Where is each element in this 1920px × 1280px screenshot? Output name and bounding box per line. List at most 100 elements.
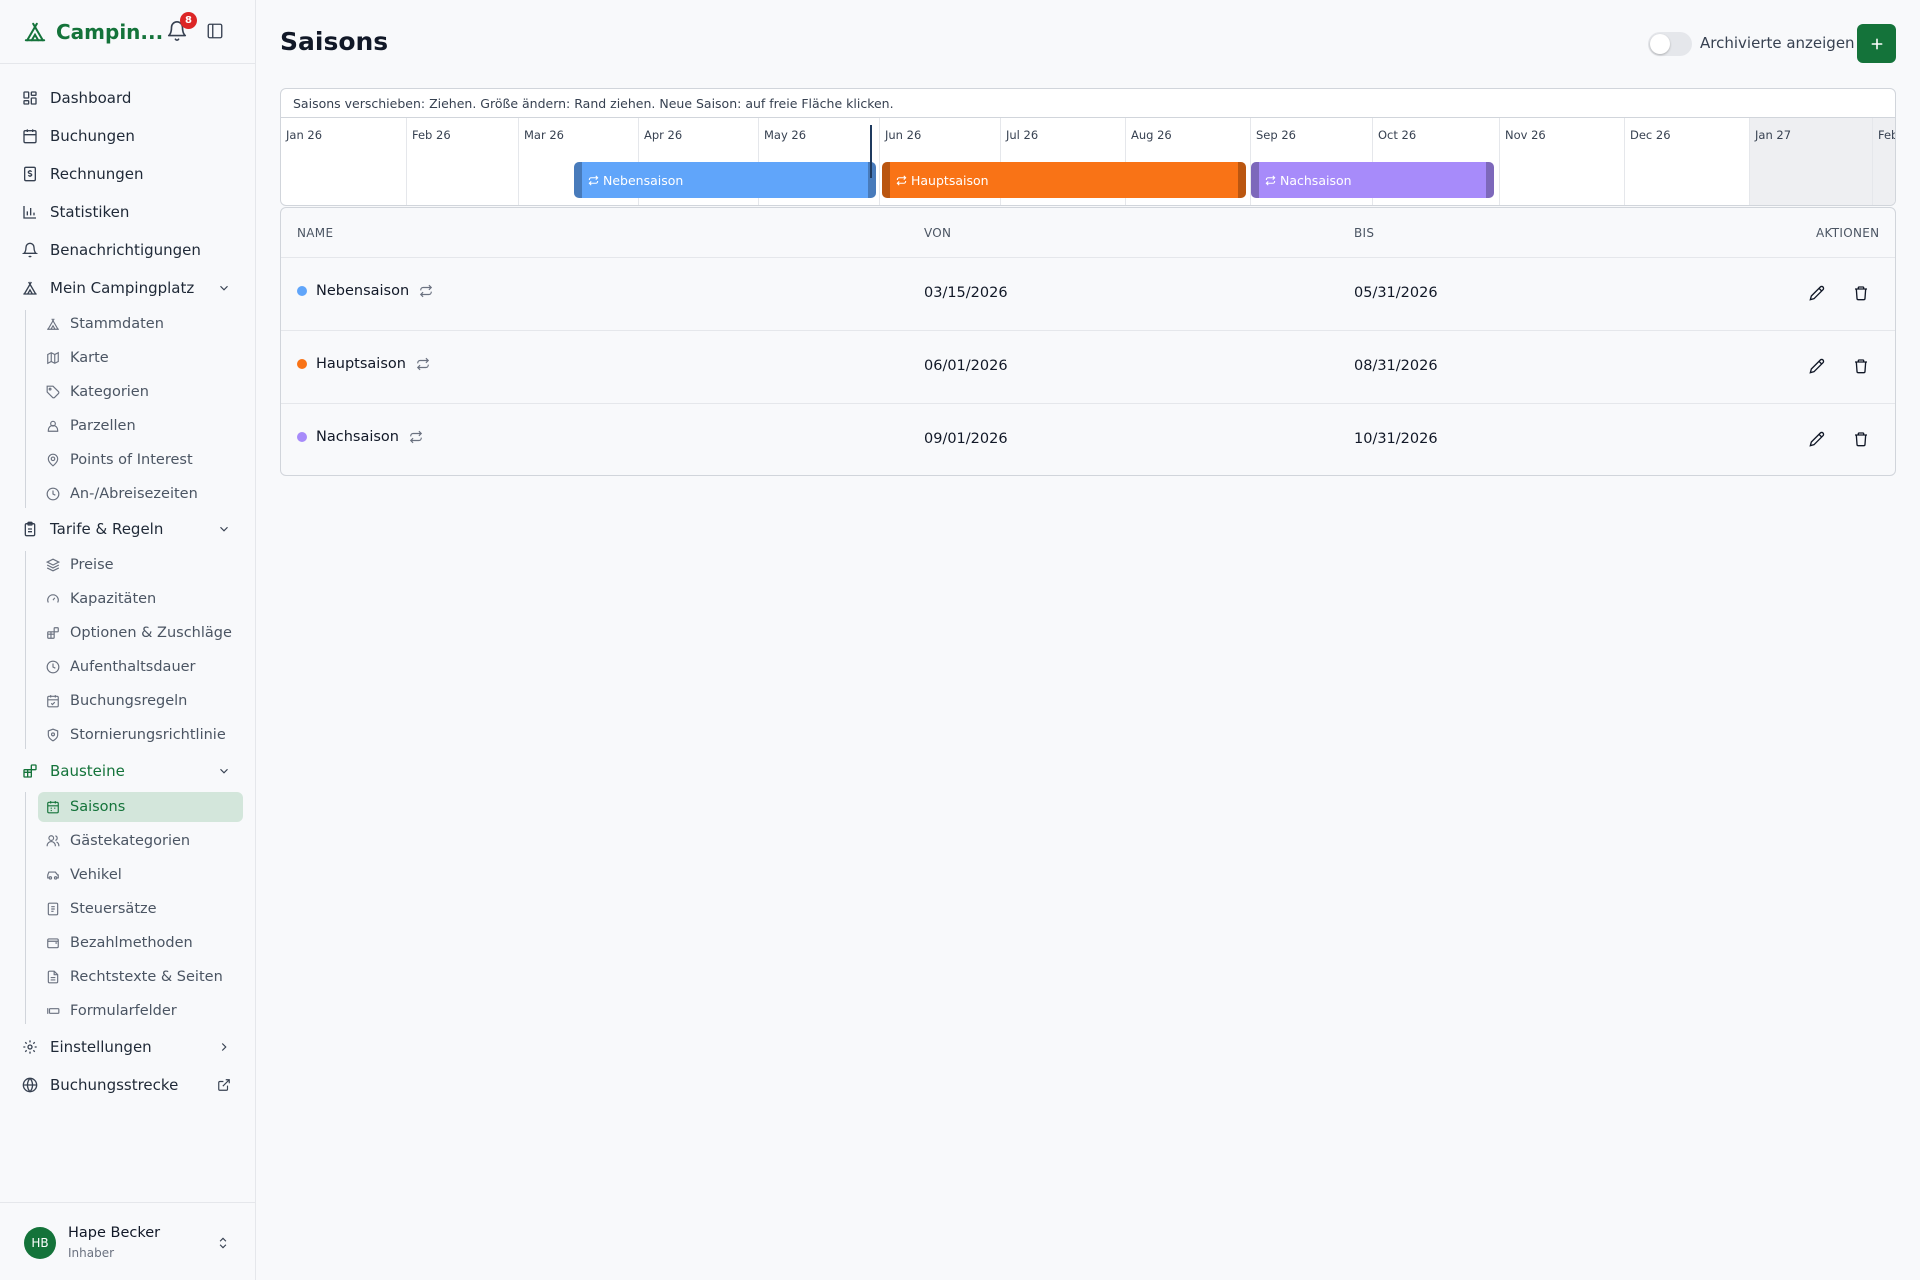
nav-label: Tarife & Regeln bbox=[50, 520, 164, 538]
pencil-icon[interactable] bbox=[1807, 356, 1827, 376]
resize-handle[interactable] bbox=[1251, 162, 1259, 198]
sidebar-item-label: Kapazitäten bbox=[70, 591, 157, 607]
sidebar-item-label: Stammdaten bbox=[70, 316, 164, 332]
row-divider bbox=[281, 330, 1895, 331]
nav-bookings[interactable]: Buchungen bbox=[22, 123, 135, 149]
sidebar-item-label: Stornierungsrichtlinie bbox=[70, 727, 226, 743]
sidebar-item-poi[interactable]: Points of Interest bbox=[38, 445, 243, 475]
trash-icon[interactable] bbox=[1851, 429, 1871, 449]
season-name: Hauptsaison bbox=[316, 356, 406, 372]
month-label: Feb bbox=[1878, 128, 1895, 142]
nav-group-rates[interactable]: Tarife & Regeln bbox=[22, 516, 163, 542]
external-link-icon[interactable] bbox=[217, 1078, 231, 1092]
month-column[interactable]: Dec 26 bbox=[1624, 118, 1749, 205]
user-role: Inhaber bbox=[68, 1246, 115, 1260]
sidebar-item-steuersaetze[interactable]: Steuersätze bbox=[38, 894, 243, 924]
sidebar-item-label: Kategorien bbox=[70, 384, 149, 400]
gear-icon bbox=[22, 1039, 38, 1055]
sidebar-item-label: Gästekategorien bbox=[70, 833, 191, 849]
chevron-down-icon[interactable] bbox=[217, 281, 231, 295]
pencil-icon[interactable] bbox=[1807, 283, 1827, 303]
month-label: Dec 26 bbox=[1630, 128, 1671, 142]
season-bar-hauptsaison[interactable]: Hauptsaison bbox=[882, 162, 1246, 198]
resize-handle[interactable] bbox=[1486, 162, 1494, 198]
sidebar-item-kategorien[interactable]: Kategorien bbox=[38, 377, 243, 407]
sidebar-item-saisons[interactable]: Saisons bbox=[38, 792, 243, 822]
month-column[interactable]: Feb bbox=[1872, 118, 1895, 205]
sidebar-item-label: Rechtstexte & Seiten bbox=[70, 969, 223, 985]
clipboard-icon bbox=[22, 521, 38, 537]
nav-statistics[interactable]: Statistiken bbox=[22, 199, 129, 225]
sidebar-item-formularfelder[interactable]: Formularfelder bbox=[38, 996, 243, 1026]
sidebar-item-label: Points of Interest bbox=[70, 452, 193, 468]
month-label: Aug 26 bbox=[1131, 128, 1172, 142]
month-column[interactable]: Jan 26 bbox=[281, 118, 406, 205]
resize-handle[interactable] bbox=[1238, 162, 1246, 198]
chevron-down-icon[interactable] bbox=[217, 522, 231, 536]
user-menu[interactable]: HB Hape Becker Inhaber bbox=[0, 1202, 255, 1280]
sidebar-item-rechtstexte[interactable]: Rechtstexte & Seiten bbox=[38, 962, 243, 992]
season-timeline[interactable]: Saisons verschieben: Ziehen. Größe änder… bbox=[280, 88, 1896, 206]
calendar-icon bbox=[46, 800, 60, 814]
nav-label: Dashboard bbox=[50, 89, 132, 107]
sidebar-item-kapazitaeten[interactable]: Kapazitäten bbox=[38, 584, 243, 614]
sidebar-toggle-icon[interactable] bbox=[206, 22, 224, 40]
chevron-right-icon[interactable] bbox=[217, 1040, 231, 1054]
repeat-icon bbox=[896, 175, 907, 186]
month-column[interactable]: Nov 26 bbox=[1499, 118, 1624, 205]
table-row-name[interactable]: Nachsaison bbox=[297, 429, 423, 445]
sidebar-item-karte[interactable]: Karte bbox=[38, 343, 243, 373]
column-header-actions: AKTIONEN bbox=[1816, 226, 1880, 240]
column-header-name[interactable]: NAME bbox=[297, 226, 333, 240]
pencil-icon[interactable] bbox=[1807, 429, 1827, 449]
chevrons-up-down-icon[interactable] bbox=[216, 1235, 230, 1251]
season-bar-nachsaison[interactable]: Nachsaison bbox=[1251, 162, 1494, 198]
repeat-icon bbox=[409, 430, 423, 444]
user-name: Hape Becker bbox=[68, 1225, 161, 1241]
nav-group-campsite[interactable]: Mein Campingplatz bbox=[22, 275, 194, 301]
sidebar-item-buchungsregeln[interactable]: Buchungsregeln bbox=[38, 686, 243, 716]
trash-icon[interactable] bbox=[1851, 356, 1871, 376]
nav-invoices[interactable]: Rechnungen bbox=[22, 161, 144, 187]
month-label: Mar 26 bbox=[524, 128, 564, 142]
nav-booking-flow[interactable]: Buchungsstrecke bbox=[22, 1072, 178, 1098]
notification-count-badge: 8 bbox=[180, 12, 197, 29]
nav-group-blocks[interactable]: Bausteine bbox=[22, 758, 125, 784]
season-bar-nebensaison[interactable]: Nebensaison bbox=[574, 162, 876, 198]
submenu-guide-line bbox=[25, 792, 26, 1024]
table-row-name[interactable]: Nebensaison bbox=[297, 283, 433, 299]
table-row-name[interactable]: Hauptsaison bbox=[297, 356, 430, 372]
show-archived-toggle[interactable] bbox=[1648, 32, 1692, 56]
repeat-icon bbox=[588, 175, 599, 186]
month-column[interactable]: Jan 27 bbox=[1749, 118, 1872, 205]
month-column[interactable]: Feb 26 bbox=[406, 118, 518, 205]
car-icon bbox=[46, 868, 60, 882]
sidebar-item-optionen[interactable]: Optionen & Zuschläge bbox=[38, 618, 243, 648]
sidebar-item-stammdaten[interactable]: Stammdaten bbox=[38, 309, 243, 339]
nav-dashboard[interactable]: Dashboard bbox=[22, 85, 131, 111]
sidebar-item-vehikel[interactable]: Vehikel bbox=[38, 860, 243, 890]
sidebar-item-arrival-times[interactable]: An-/Abreisezeiten bbox=[38, 479, 243, 509]
resize-handle[interactable] bbox=[882, 162, 890, 198]
sidebar-item-label: Buchungsregeln bbox=[70, 693, 188, 709]
trash-icon[interactable] bbox=[1851, 283, 1871, 303]
season-from: 06/01/2026 bbox=[924, 358, 1008, 374]
sidebar-item-parzellen[interactable]: Parzellen bbox=[38, 411, 243, 441]
sidebar-item-storno[interactable]: Stornierungsrichtlinie bbox=[38, 720, 243, 750]
add-season-button[interactable] bbox=[1857, 24, 1896, 63]
season-bar-label: Nebensaison bbox=[603, 172, 684, 188]
resize-handle[interactable] bbox=[574, 162, 582, 198]
chevron-down-icon[interactable] bbox=[217, 764, 231, 778]
sidebar-item-bezahlmethoden[interactable]: Bezahlmethoden bbox=[38, 928, 243, 958]
sidebar-item-aufenthaltsdauer[interactable]: Aufenthaltsdauer bbox=[38, 652, 243, 682]
month-label: Feb 26 bbox=[412, 128, 451, 142]
column-header-to[interactable]: BIS bbox=[1354, 226, 1374, 240]
sidebar-item-preise[interactable]: Preise bbox=[38, 550, 243, 580]
sidebar-item-gaestekategorien[interactable]: Gästekategorien bbox=[38, 826, 243, 856]
nav-settings[interactable]: Einstellungen bbox=[22, 1034, 152, 1060]
nav-label: Bausteine bbox=[50, 762, 125, 780]
nav-notifications[interactable]: Benachrichtigungen bbox=[22, 237, 201, 263]
column-header-from[interactable]: VON bbox=[924, 226, 951, 240]
sidebar-item-label: Formularfelder bbox=[70, 1003, 177, 1019]
show-archived-label[interactable]: Archivierte anzeigen bbox=[1700, 34, 1855, 52]
